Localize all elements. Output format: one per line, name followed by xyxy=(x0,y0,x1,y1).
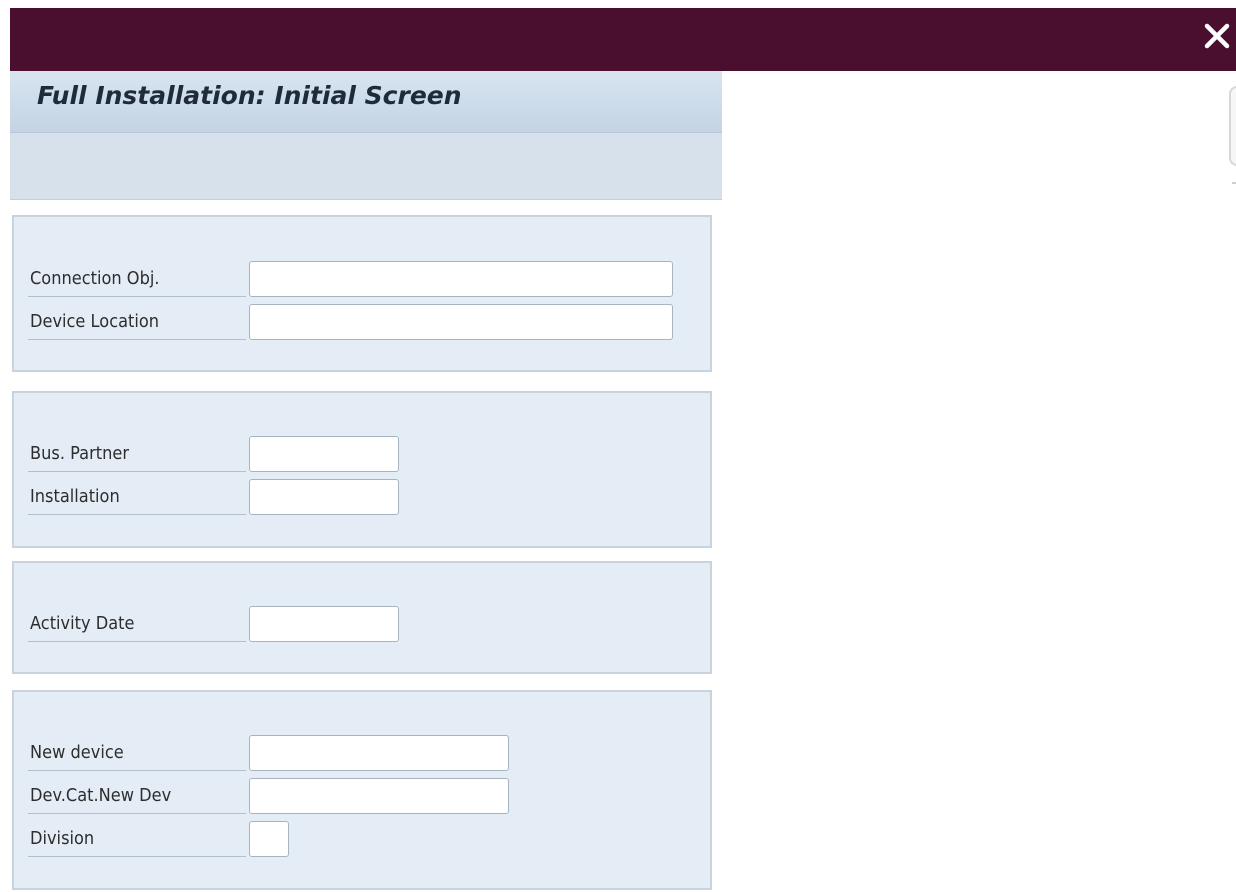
field-row-division: Division xyxy=(28,821,328,859)
label-underline xyxy=(28,296,246,297)
installation-input[interactable] xyxy=(249,479,399,515)
connection-obj-input[interactable] xyxy=(249,261,673,297)
new-device-label: New device xyxy=(30,742,124,763)
group-connection-object: Connection Obj. Device Location xyxy=(12,215,712,372)
dev-cat-new-dev-input[interactable] xyxy=(249,778,509,814)
field-row-installation: Installation xyxy=(28,479,428,517)
label-underline xyxy=(28,514,246,515)
new-device-input[interactable] xyxy=(249,735,509,771)
division-label: Division xyxy=(30,828,95,849)
field-row-device-location: Device Location xyxy=(28,304,688,342)
device-location-label: Device Location xyxy=(30,311,160,332)
divider xyxy=(1232,182,1236,184)
group-new-device: New device Dev.Cat.New Dev Division xyxy=(12,690,712,890)
label-underline xyxy=(28,471,246,472)
field-row-connection-obj: Connection Obj. xyxy=(28,261,688,299)
screen-header: Full Installation: Initial Screen xyxy=(10,71,722,133)
label-underline xyxy=(28,641,246,642)
page-title: Full Installation: Initial Screen xyxy=(37,81,462,110)
activity-date-label: Activity Date xyxy=(30,613,135,634)
bus-partner-input[interactable] xyxy=(249,436,399,472)
close-button[interactable] xyxy=(1200,16,1234,56)
field-row-bus-partner: Bus. Partner xyxy=(28,436,428,474)
close-icon xyxy=(1204,23,1230,49)
bus-partner-label: Bus. Partner xyxy=(30,443,129,464)
division-input[interactable] xyxy=(249,821,289,857)
label-underline xyxy=(28,856,246,857)
field-row-activity-date: Activity Date xyxy=(28,606,428,644)
label-underline xyxy=(28,770,246,771)
window-titlebar xyxy=(10,8,1236,71)
label-underline xyxy=(28,339,246,340)
dev-cat-new-dev-label: Dev.Cat.New Dev xyxy=(30,785,172,806)
device-location-input[interactable] xyxy=(249,304,673,340)
label-underline xyxy=(28,813,246,814)
application-toolbar xyxy=(10,133,722,200)
side-panel-handle[interactable] xyxy=(1229,86,1236,166)
group-business-partner: Bus. Partner Installation xyxy=(12,391,712,548)
field-row-new-device: New device xyxy=(28,735,528,773)
group-activity-date: Activity Date xyxy=(12,561,712,674)
activity-date-input[interactable] xyxy=(249,606,399,642)
installation-label: Installation xyxy=(30,486,120,507)
field-row-dev-cat-new-dev: Dev.Cat.New Dev xyxy=(28,778,528,816)
connection-obj-label: Connection Obj. xyxy=(30,268,160,289)
